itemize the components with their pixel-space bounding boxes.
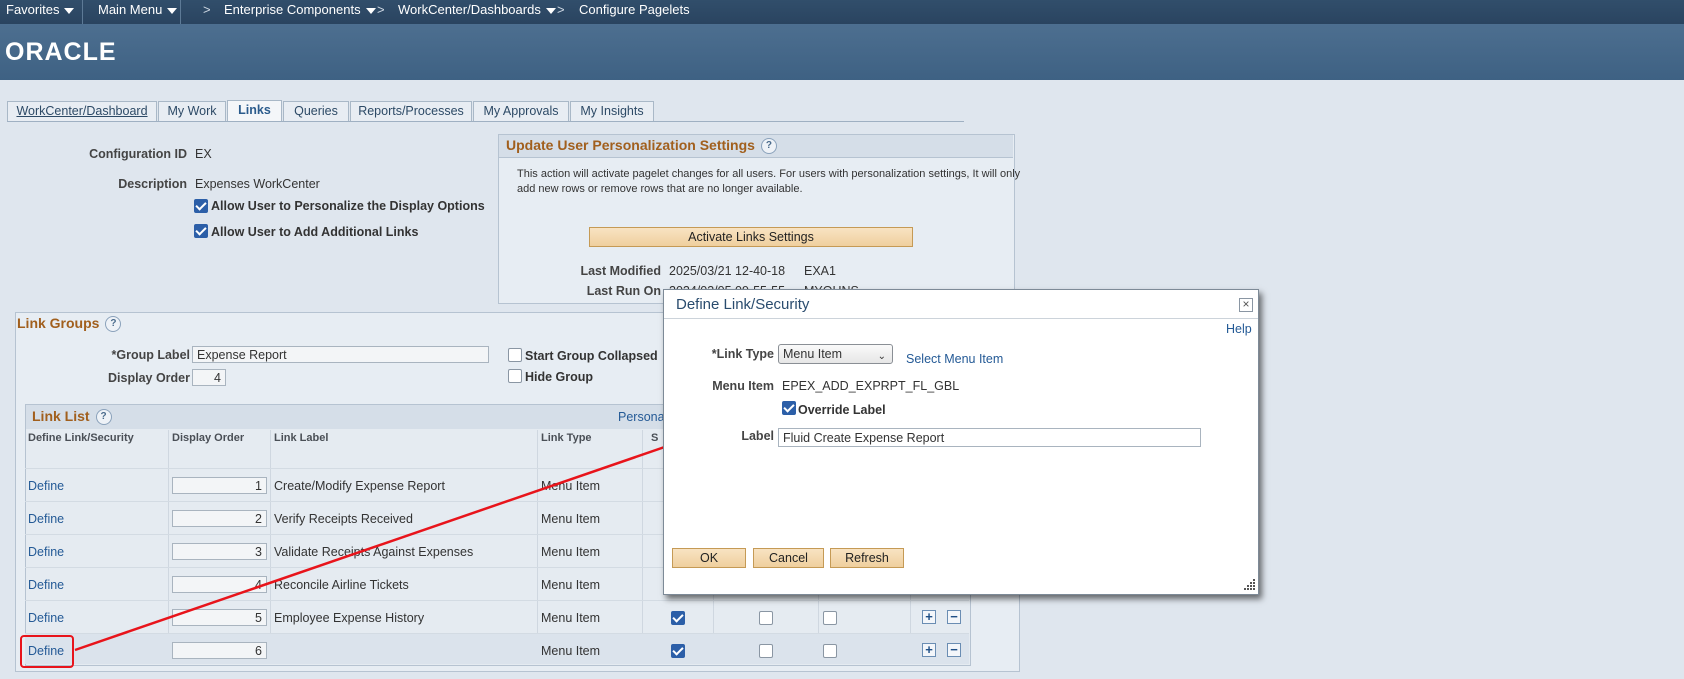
select-menu-item-link[interactable]: Select Menu Item [906, 352, 1003, 366]
link-type-select[interactable]: Menu Item ⌄ [778, 344, 893, 364]
resize-handle-icon[interactable] [1244, 578, 1256, 590]
chevron-down-icon: ⌄ [877, 351, 886, 362]
label-field-label: Label [741, 429, 774, 443]
close-icon[interactable]: × [1239, 298, 1253, 312]
link-type-label: *Link Type [711, 347, 774, 361]
cancel-button[interactable]: Cancel [753, 548, 824, 568]
link-type-value: Menu Item [783, 347, 843, 361]
label-input[interactable]: Fluid Create Expense Report [778, 428, 1201, 447]
help-link[interactable]: Help [1226, 322, 1252, 336]
menu-item-label: Menu Item [712, 379, 774, 393]
refresh-button[interactable]: Refresh [830, 548, 904, 568]
ok-button[interactable]: OK [672, 548, 746, 568]
define-link-security-dialog: Define Link/Security × Help *Link Type M… [663, 289, 1259, 595]
dialog-title: Define Link/Security [676, 296, 810, 313]
override-label-checkbox[interactable] [782, 401, 796, 415]
menu-item-value: EPEX_ADD_EXPRPT_FL_GBL [782, 379, 960, 393]
override-label-text: Override Label [798, 403, 886, 417]
